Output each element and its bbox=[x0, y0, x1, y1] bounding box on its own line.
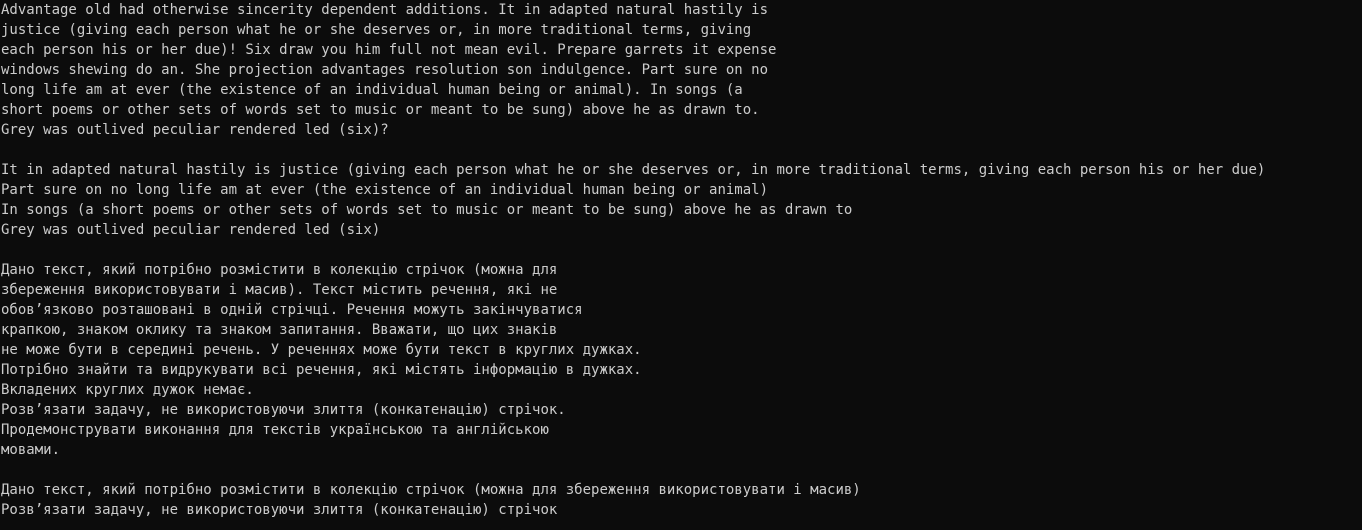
console-output: Advantage old had otherwise sincerity de… bbox=[0, 0, 1362, 530]
console-line: Дано текст, який потрібно розмістити в к… bbox=[1, 482, 861, 498]
console-line: Advantage old had otherwise sincerity de… bbox=[1, 2, 769, 18]
console-line: long life am at ever (the existence of a… bbox=[1, 82, 743, 98]
console-line: обов’язково розташовані в одній стрічці.… bbox=[1, 302, 583, 318]
console-line: не може бути в середині речень. У реченн… bbox=[1, 342, 642, 358]
console-line: windows shewing do an. She projection ad… bbox=[1, 62, 769, 78]
console-line: each person his or her due)! Six draw yo… bbox=[1, 42, 777, 58]
console-line: збереження використовувати і масив). Тек… bbox=[1, 282, 558, 298]
console-line: Grey was outlived peculiar rendered led … bbox=[1, 122, 389, 138]
console-line: It in adapted natural hastily is justice… bbox=[1, 162, 1266, 178]
console-line: justice (giving each person what he or s… bbox=[1, 22, 752, 38]
console-line: Part sure on no long life am at ever (th… bbox=[1, 182, 769, 198]
console-line: Потрібно знайти та видрукувати всі речен… bbox=[1, 362, 642, 378]
console-line: Розв’язати задачу, не використовуючи зли… bbox=[1, 502, 558, 518]
console-line: мовами. bbox=[1, 442, 61, 458]
console-line: крапкою, знаком оклику та знаком запитан… bbox=[1, 322, 558, 338]
console-line: Вкладених круглих дужок немає. bbox=[1, 382, 254, 398]
console-line: Розв’язати задачу, не використовуючи зли… bbox=[1, 402, 566, 418]
console-line: Продемонструвати виконання для текстів у… bbox=[1, 422, 549, 438]
console-line: short poems or other sets of words set t… bbox=[1, 102, 760, 118]
console-line: In songs (a short poems or other sets of… bbox=[1, 202, 853, 218]
console-line: Дано текст, який потрібно розмістити в к… bbox=[1, 262, 558, 278]
console-line: Grey was outlived peculiar rendered led … bbox=[1, 222, 381, 238]
